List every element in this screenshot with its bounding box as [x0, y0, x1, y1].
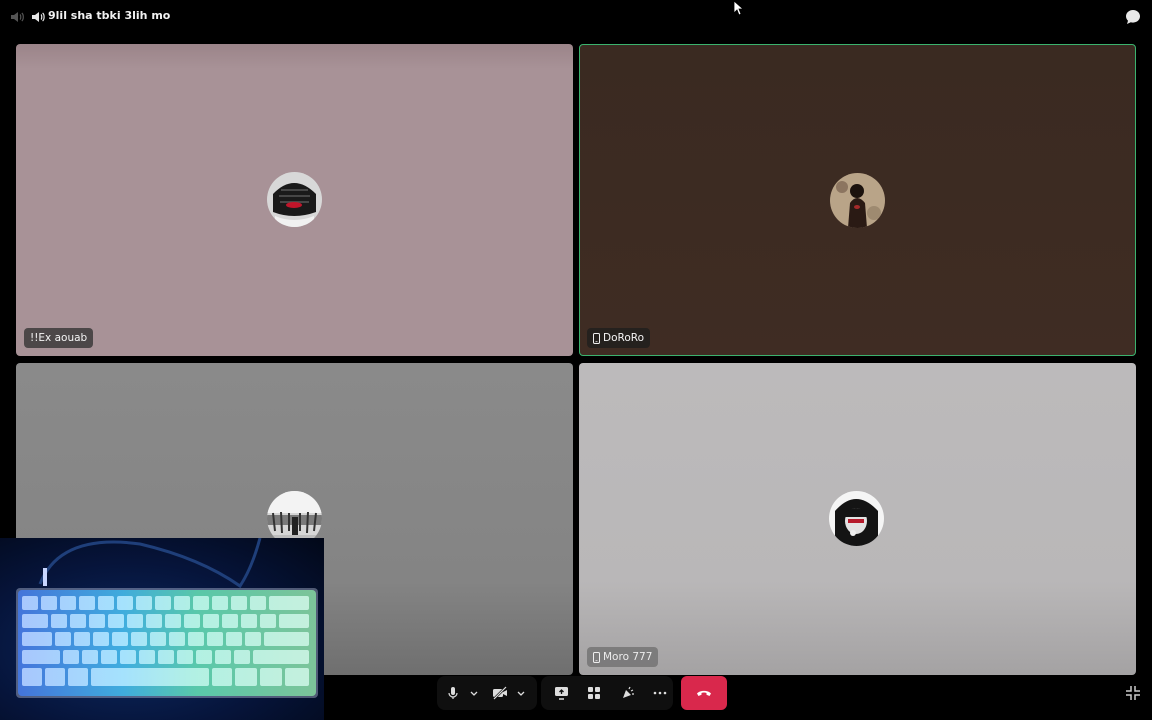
voice-channel-icon [32, 12, 45, 22]
mouse-cursor [733, 0, 745, 16]
screen-share-icon[interactable] [551, 683, 571, 703]
chevron-down-icon[interactable] [464, 683, 484, 703]
exit-fullscreen-icon[interactable] [1125, 685, 1141, 701]
participant-name-tag: !!Ex aouab [24, 328, 94, 348]
avatar [829, 491, 884, 546]
chevron-down-icon[interactable] [511, 683, 531, 703]
chat-icon[interactable] [1124, 8, 1142, 26]
call-controls [437, 676, 727, 710]
avatar [830, 173, 885, 228]
mobile-icon [593, 332, 600, 344]
participant-name: Moro 777 [603, 651, 653, 663]
participant-tile[interactable]: !!Ex aouab [16, 44, 573, 356]
participant-name: !!Ex aouab [30, 332, 88, 344]
avatar [267, 172, 322, 227]
camera-off-icon[interactable] [490, 683, 510, 703]
media-controls-group [437, 676, 537, 710]
participant-name-tag: DoRoRo [587, 328, 651, 348]
participant-name-tag: Moro 777 [587, 647, 659, 667]
channel-name: 9lil sha tbki 3lih mo [48, 9, 171, 22]
hangup-icon [697, 690, 711, 696]
volume-icon[interactable] [9, 9, 25, 25]
participant-name: DoRoRo [603, 332, 645, 344]
participant-tile-speaking[interactable]: DoRoRo [579, 44, 1136, 356]
activities-icon[interactable] [584, 683, 604, 703]
more-icon[interactable] [650, 683, 670, 703]
microphone-icon[interactable] [443, 683, 463, 703]
voice-call-window: 9lil sha tbki 3lih mo !!Ex aouab DoRoRo … [0, 0, 1152, 720]
mobile-icon [593, 651, 600, 663]
top-bar: 9lil sha tbki 3lih mo [0, 0, 1152, 34]
action-controls-group [541, 676, 673, 710]
disconnect-button[interactable] [681, 676, 727, 710]
soundboard-icon[interactable] [617, 683, 637, 703]
webcam-overlay-keyboard [0, 538, 324, 720]
participant-tile[interactable]: Moro 777 [579, 363, 1136, 675]
